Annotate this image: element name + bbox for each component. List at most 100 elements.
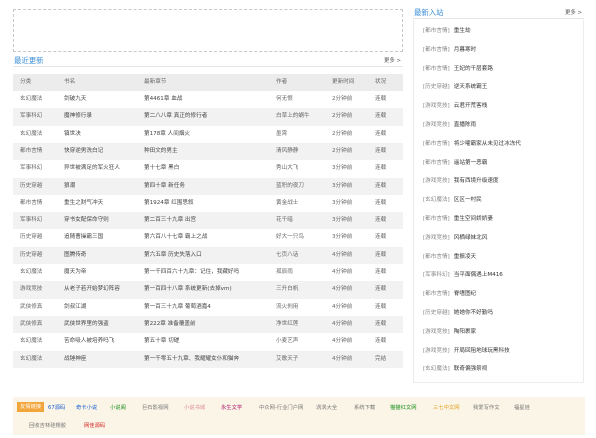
friend-link[interactable]: 网佳源码: [84, 421, 105, 429]
friend-link[interactable]: 福星娃: [514, 403, 530, 411]
new-book-name-link[interactable]: 当平面偶遇上M416: [454, 272, 503, 278]
book-name-link[interactable]: 战锤神座: [64, 351, 139, 368]
latest-more-link[interactable]: 更多 >: [384, 56, 401, 64]
category-link[interactable]: 武侠修真: [20, 316, 62, 333]
category-link[interactable]: 武侠修真: [20, 299, 62, 316]
friend-link[interactable]: 涡涡大全: [316, 403, 337, 411]
new-book-category[interactable]: [玄幻魔法]: [423, 366, 450, 372]
new-book-name-link[interactable]: 陶阳裹家: [454, 329, 476, 335]
book-name-link[interactable]: 异世被满足的军火狂人: [64, 160, 139, 177]
chapter-link[interactable]: 种田文的男主: [144, 143, 274, 160]
category-link[interactable]: 历史穿越: [20, 247, 62, 264]
chapter-link[interactable]: 第1924章 红围思叙: [144, 195, 274, 212]
friend-link[interactable]: 回收吉林硅橡胶: [29, 421, 66, 429]
chapter-link[interactable]: 第六百八十七章 霸上之战: [144, 229, 274, 246]
new-book-category[interactable]: [都市言情]: [423, 47, 450, 53]
new-book-name-link[interactable]: 云君开荒客栈: [454, 103, 488, 109]
category-link[interactable]: 玄幻魔法: [20, 333, 62, 350]
new-book-name-link[interactable]: 我有西境升级速度: [454, 178, 499, 184]
category-link[interactable]: 都市言情: [20, 143, 62, 160]
new-book-category[interactable]: [游戏竞技]: [423, 103, 450, 109]
new-book-category[interactable]: [游戏竞技]: [423, 235, 450, 241]
new-book-category[interactable]: [都市言情]: [423, 254, 450, 260]
book-name-link[interactable]: 苦命吸人被培养吗飞: [64, 333, 139, 350]
new-book-name-link[interactable]: 将少嚯霸家从未见过冰冻代: [454, 141, 521, 147]
book-name-link[interactable]: 剑破九天: [64, 91, 139, 108]
category-link[interactable]: 历史穿越: [20, 229, 62, 246]
category-link[interactable]: 玄幻魔法: [20, 91, 62, 108]
chapter-link[interactable]: 第222章 准备覆盖前: [144, 316, 274, 333]
category-link[interactable]: 军事科幻: [20, 108, 62, 125]
friend-link[interactable]: 系统下载: [354, 403, 375, 411]
new-book-category[interactable]: [都市言情]: [423, 160, 450, 166]
new-book-name-link[interactable]: 联奇偏强祭祠: [454, 366, 488, 372]
category-link[interactable]: 都市言情: [20, 195, 62, 212]
friend-link[interactable]: 小说阁: [110, 403, 126, 411]
chapter-link[interactable]: 第十七章 黑白: [144, 160, 274, 177]
new-book-category[interactable]: [游戏竞技]: [423, 329, 450, 335]
book-name-link[interactable]: 魔神修行录: [64, 108, 139, 125]
chapter-link[interactable]: 第六五章 历史失落入口: [144, 247, 274, 264]
book-name-link[interactable]: 图腾传奇: [64, 247, 139, 264]
friend-link[interactable]: 67源码: [48, 403, 65, 411]
book-name-link[interactable]: 魔天为帝: [64, 264, 139, 281]
new-book-category[interactable]: [游戏竞技]: [423, 122, 450, 128]
category-link[interactable]: 历史穿越: [20, 178, 62, 195]
new-book-name-link[interactable]: 风栖绿妹北风: [454, 235, 488, 241]
new-book-name-link[interactable]: 脊嗜图纪: [454, 291, 476, 297]
new-books-more-link[interactable]: 更多 >: [565, 8, 582, 16]
book-name-link[interactable]: 剑叔江湖: [64, 299, 139, 316]
new-book-category[interactable]: [都市言情]: [423, 291, 450, 297]
new-book-category[interactable]: [都市言情]: [423, 141, 450, 147]
new-book-category[interactable]: [军事科幻]: [423, 272, 450, 278]
book-name-link[interactable]: 从老子若开始梦幻阵容: [64, 281, 139, 298]
new-book-category[interactable]: [游戏竞技]: [423, 348, 450, 354]
book-name-link[interactable]: 武侠世界里的强盗: [64, 316, 139, 333]
friend-link[interactable]: 三七中文网: [433, 403, 460, 411]
chapter-link[interactable]: 第二八八章 真正的修行者: [144, 108, 274, 125]
category-link[interactable]: 玄幻魔法: [20, 264, 62, 281]
new-book-name-link[interactable]: 开局回阻地球玩黑科技: [454, 348, 510, 354]
new-book-name-link[interactable]: 王妃的千层套路: [454, 66, 493, 72]
friend-link[interactable]: 永生文学: [221, 403, 242, 411]
friend-link[interactable]: 我爱写作文: [473, 403, 500, 411]
new-book-name-link[interactable]: 遥站第一恶霸: [454, 160, 488, 166]
chapter-link[interactable]: 第一千四百六十九章：记住，我藏好吗: [144, 264, 274, 281]
friend-link[interactable]: 奇卡小说: [76, 403, 97, 411]
chapter-link[interactable]: 第五十章 切磋: [144, 333, 274, 350]
chapter-link[interactable]: 第二百三十九章 出宫: [144, 212, 274, 229]
book-name-link[interactable]: 追随曹操霸三国: [64, 229, 139, 246]
friend-link[interactable]: 巨石影视网: [142, 403, 169, 411]
category-link[interactable]: 游戏竞技: [20, 281, 62, 298]
book-name-link[interactable]: 穿书女配保命守则: [64, 212, 139, 229]
category-link[interactable]: 军事科幻: [20, 212, 62, 229]
new-book-category[interactable]: [历史穿越]: [423, 310, 450, 316]
new-book-name-link[interactable]: 区区一村民: [454, 197, 482, 203]
new-book-name-link[interactable]: 月暮寒时: [454, 47, 476, 53]
category-link[interactable]: 玄幻魔法: [20, 126, 62, 143]
new-book-category[interactable]: [都市言情]: [423, 28, 450, 34]
new-book-name-link[interactable]: 重生空间娇娇妻: [454, 216, 493, 222]
book-name-link[interactable]: 重生之财气冲天: [64, 195, 139, 212]
book-name-link[interactable]: 快穿逆男洗白记: [64, 143, 139, 160]
friend-link[interactable]: 猫猫红文网: [390, 403, 417, 411]
book-name-link[interactable]: 镇世决: [64, 126, 139, 143]
new-book-category[interactable]: [历史穿越]: [423, 84, 450, 90]
new-book-category[interactable]: [都市言情]: [423, 66, 450, 72]
new-book-name-link[interactable]: 逆天系统霸王: [454, 84, 488, 90]
new-book-category[interactable]: [玄幻魔法]: [423, 197, 450, 203]
new-book-category[interactable]: [游戏竞技]: [423, 178, 450, 184]
chapter-link[interactable]: 第四十章 新任务: [144, 178, 274, 195]
chapter-link[interactable]: 第一百三十九章 葡萄酒嘉4: [144, 299, 274, 316]
book-name-link[interactable]: 狼潮: [64, 178, 139, 195]
chapter-link[interactable]: 第一千零五十九章、我耀耀女仆和猫奔: [144, 351, 274, 368]
category-link[interactable]: 军事科幻: [20, 160, 62, 177]
new-book-category[interactable]: [都市言情]: [423, 216, 450, 222]
category-link[interactable]: 玄幻魔法: [20, 351, 62, 368]
new-book-name-link[interactable]: 她她你不好勤吗: [454, 310, 493, 316]
friend-link[interactable]: 小说书城: [184, 403, 205, 411]
chapter-link[interactable]: 第一百四十八章 系统更新(去掉vm): [144, 281, 274, 298]
chapter-link[interactable]: 第4461章 血战: [144, 91, 274, 108]
friend-link[interactable]: 中众网-行业门户网: [259, 403, 303, 411]
new-book-name-link[interactable]: 重生劫: [454, 28, 471, 34]
